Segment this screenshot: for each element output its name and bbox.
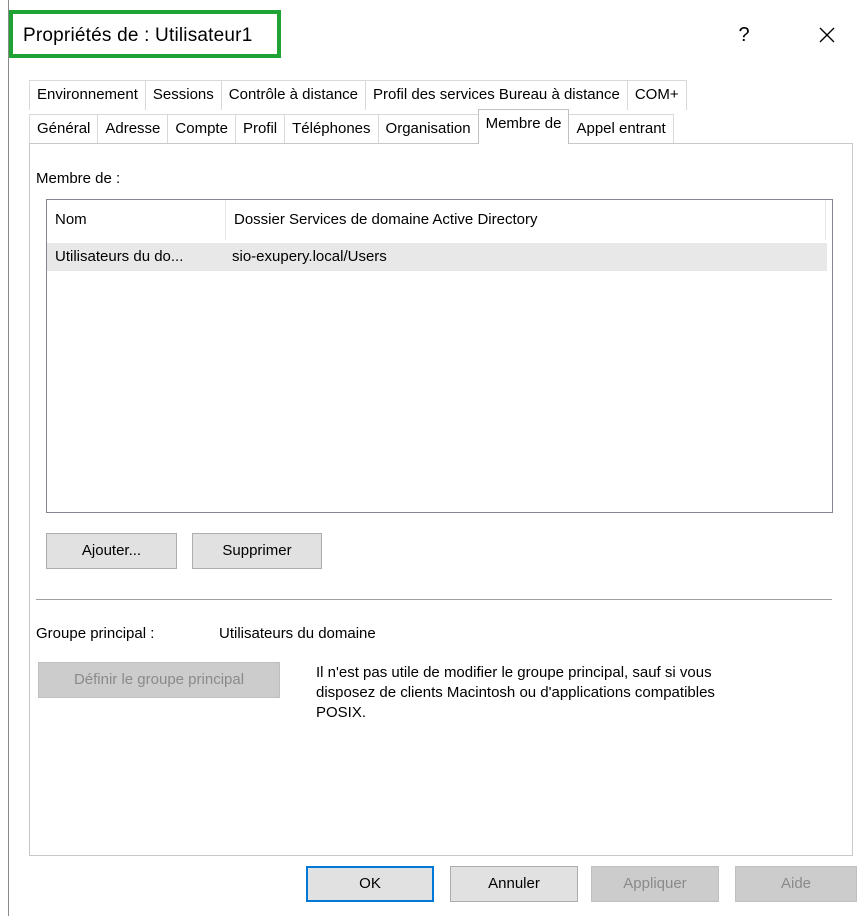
title-bar: Propriétés de : Utilisateur1 ?	[9, 0, 862, 66]
primary-group-value: Utilisateurs du domaine	[219, 625, 376, 642]
tab-appel-entrant[interactable]: Appel entrant	[568, 114, 674, 144]
list-header: Nom Dossier Services de domaine Active D…	[47, 200, 832, 240]
primary-group-label: Groupe principal :	[36, 625, 155, 642]
tab-membre-de[interactable]: Membre de	[477, 109, 570, 144]
tab-telephones[interactable]: Téléphones	[284, 114, 379, 144]
help-button[interactable]: Aide	[735, 866, 857, 902]
tabs-row-top: Environnement Sessions Contrôle à distan…	[29, 80, 687, 110]
window-title: Propriétés de : Utilisateur1	[23, 25, 253, 46]
member-of-list[interactable]: Nom Dossier Services de domaine Active D…	[46, 199, 833, 513]
tab-controle-distance[interactable]: Contrôle à distance	[220, 80, 367, 110]
tab-com-plus[interactable]: COM+	[626, 80, 687, 110]
column-header-name[interactable]: Nom	[47, 200, 226, 240]
tab-sessions[interactable]: Sessions	[144, 80, 222, 110]
set-primary-group-button[interactable]: Définir le groupe principal	[38, 662, 280, 698]
ok-button[interactable]: OK	[306, 866, 434, 902]
tab-adresse[interactable]: Adresse	[97, 114, 169, 144]
remove-button[interactable]: Supprimer	[192, 533, 322, 569]
list-item-name: Utilisateurs du do...	[55, 248, 184, 265]
tab-environnement[interactable]: Environnement	[29, 80, 146, 110]
divider	[36, 599, 832, 600]
tab-profil-services-bureau[interactable]: Profil des services Bureau à distance	[365, 80, 628, 110]
info-line-2: disposez de clients Macintosh ou d'appli…	[316, 684, 715, 701]
close-icon	[819, 27, 835, 43]
apply-button[interactable]: Appliquer	[591, 866, 719, 902]
tabs-row-bottom: Général Adresse Compte Profil Téléphones…	[29, 109, 674, 144]
info-line-3: POSIX.	[316, 704, 367, 721]
add-button[interactable]: Ajouter...	[46, 533, 177, 569]
member-of-label: Membre de :	[36, 170, 121, 187]
close-button[interactable]	[812, 20, 842, 50]
list-item[interactable]: Utilisateurs du do... sio-exupery.local/…	[47, 243, 827, 271]
column-header-folder[interactable]: Dossier Services de domaine Active Direc…	[226, 200, 826, 240]
info-line-1: Il n'est pas utile de modifier le groupe…	[316, 664, 712, 681]
list-item-folder: sio-exupery.local/Users	[232, 248, 387, 265]
help-title-button[interactable]: ?	[729, 20, 759, 50]
tab-organisation[interactable]: Organisation	[377, 114, 479, 144]
tab-compte[interactable]: Compte	[167, 114, 236, 144]
tab-profil[interactable]: Profil	[234, 114, 286, 144]
tab-general[interactable]: Général	[29, 114, 99, 144]
cancel-button[interactable]: Annuler	[450, 866, 578, 902]
primary-group-info-text: Il n'est pas utile de modifier le groupe…	[316, 663, 836, 723]
